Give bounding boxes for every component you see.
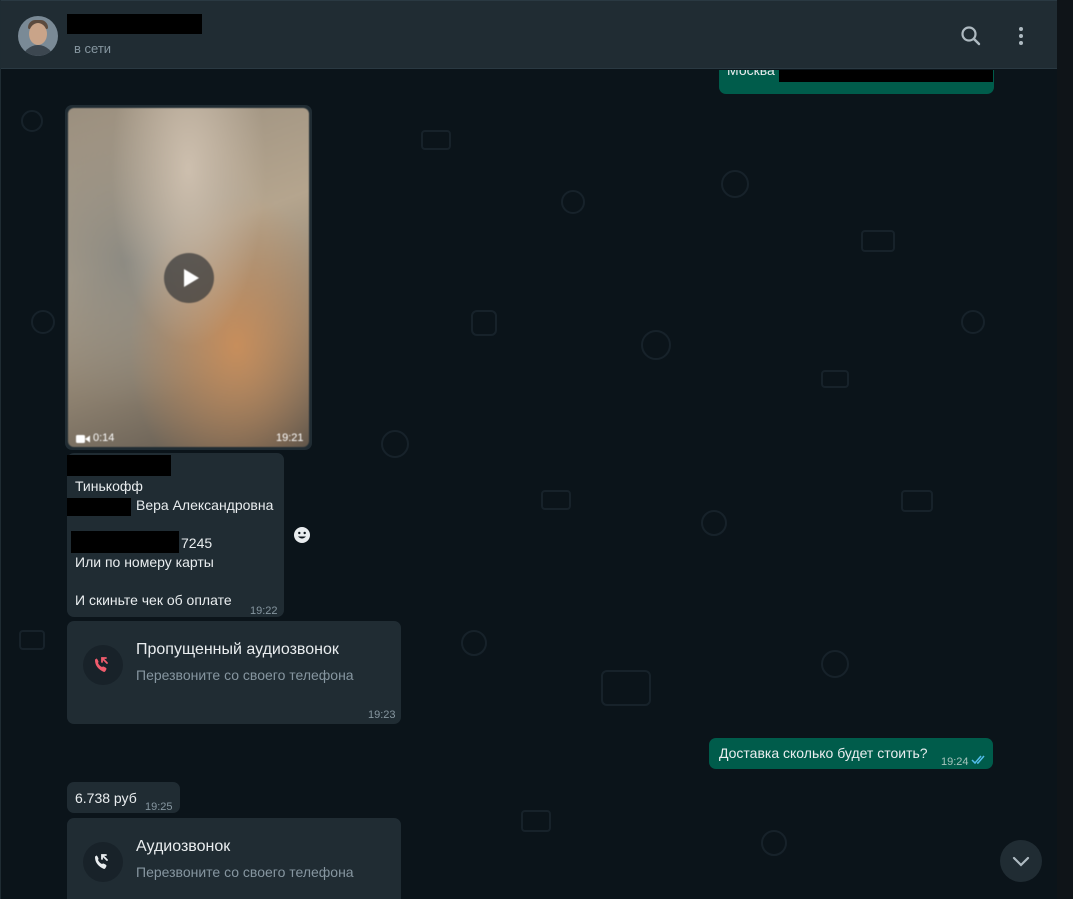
wallpaper-doodle	[31, 310, 55, 334]
contact-name-redacted[interactable]	[67, 14, 202, 34]
search-icon[interactable]	[958, 23, 984, 49]
missed-call-card[interactable]: Пропущенный аудиозвонок Перезвоните со с…	[67, 621, 401, 724]
message-time: 19:23	[368, 709, 396, 721]
kebab-menu-icon[interactable]	[1008, 23, 1034, 49]
wallpaper-doodle	[821, 650, 849, 678]
wallpaper-doodle	[641, 330, 671, 360]
message-time: 19:25	[145, 801, 173, 813]
incoming-call-icon	[83, 842, 123, 882]
call-subtitle: Перезвоните со своего телефона	[136, 667, 354, 683]
wallpaper-doodle	[521, 810, 551, 832]
call-subtitle: Перезвоните со своего телефона	[136, 864, 354, 880]
incoming-message[interactable]: 6.738 руб 19:25	[67, 782, 180, 813]
incoming-message[interactable]: Тинькофф Вера Александровна 7245 Или по …	[67, 453, 284, 617]
redacted-text	[779, 70, 993, 82]
wallpaper-doodle	[461, 630, 487, 656]
redacted-text	[67, 498, 131, 516]
read-receipt-icon	[971, 755, 985, 765]
audio-call-card[interactable]: Аудиозвонок Перезвоните со своего телефо…	[67, 818, 401, 899]
wallpaper-doodle	[19, 630, 45, 650]
outgoing-message[interactable]: Доставка сколько будет стоить? 19:24	[709, 738, 993, 769]
wallpaper-doodle	[961, 310, 985, 334]
message-text: 6.738 руб	[75, 790, 137, 806]
wallpaper-doodle	[721, 170, 749, 198]
video-camera-icon	[76, 435, 90, 443]
message-text: Доставка сколько будет стоить?	[719, 745, 928, 761]
message-time: 19:21	[276, 432, 304, 444]
message-text: Москва	[727, 70, 775, 78]
chat-header: в сети	[1, 0, 1057, 69]
outgoing-message[interactable]: Москва	[719, 70, 994, 94]
wallpaper-doodle	[701, 510, 727, 536]
wallpaper-doodle	[21, 110, 43, 132]
redacted-text	[67, 455, 171, 476]
wallpaper-doodle	[861, 230, 895, 252]
wallpaper-doodle	[821, 370, 849, 388]
message-text: Или по номеру карты	[75, 554, 214, 570]
wallpaper-doodle	[381, 430, 409, 458]
wallpaper-doodle	[421, 130, 451, 150]
wallpaper-doodle	[601, 670, 651, 706]
scroll-to-bottom-button[interactable]	[1000, 840, 1042, 882]
reaction-emoji-icon[interactable]	[292, 525, 312, 545]
missed-call-icon	[83, 645, 123, 685]
contact-status: в сети	[74, 41, 112, 56]
wallpaper-doodle	[541, 490, 571, 510]
call-title: Пропущенный аудиозвонок	[136, 641, 339, 658]
wallpaper-doodle	[561, 190, 585, 214]
redacted-text	[71, 531, 179, 553]
message-text: И скиньте чек об оплате	[75, 592, 232, 608]
contact-avatar[interactable]	[18, 16, 58, 56]
message-time: 19:24	[941, 756, 969, 768]
message-text: Вера Александровна	[136, 497, 274, 513]
wallpaper-doodle	[761, 830, 787, 856]
chevron-down-icon	[1012, 856, 1030, 867]
chat-window: в сети Москва 0:14 19:21 Тинькофф Вера А…	[0, 0, 1057, 899]
message-list[interactable]: Москва 0:14 19:21 Тинькофф Вера Александ…	[1, 70, 1057, 899]
window-edge	[1057, 0, 1073, 899]
message-time: 19:22	[250, 605, 278, 617]
play-icon[interactable]	[164, 253, 214, 303]
video-thumbnail[interactable]: 0:14 19:21	[68, 108, 309, 447]
message-text: Тинькофф	[75, 478, 143, 494]
wallpaper-doodle	[901, 490, 933, 512]
wallpaper-doodle	[471, 310, 497, 336]
message-text: 7245	[181, 535, 213, 551]
call-title: Аудиозвонок	[136, 838, 231, 855]
video-duration: 0:14	[93, 432, 115, 444]
